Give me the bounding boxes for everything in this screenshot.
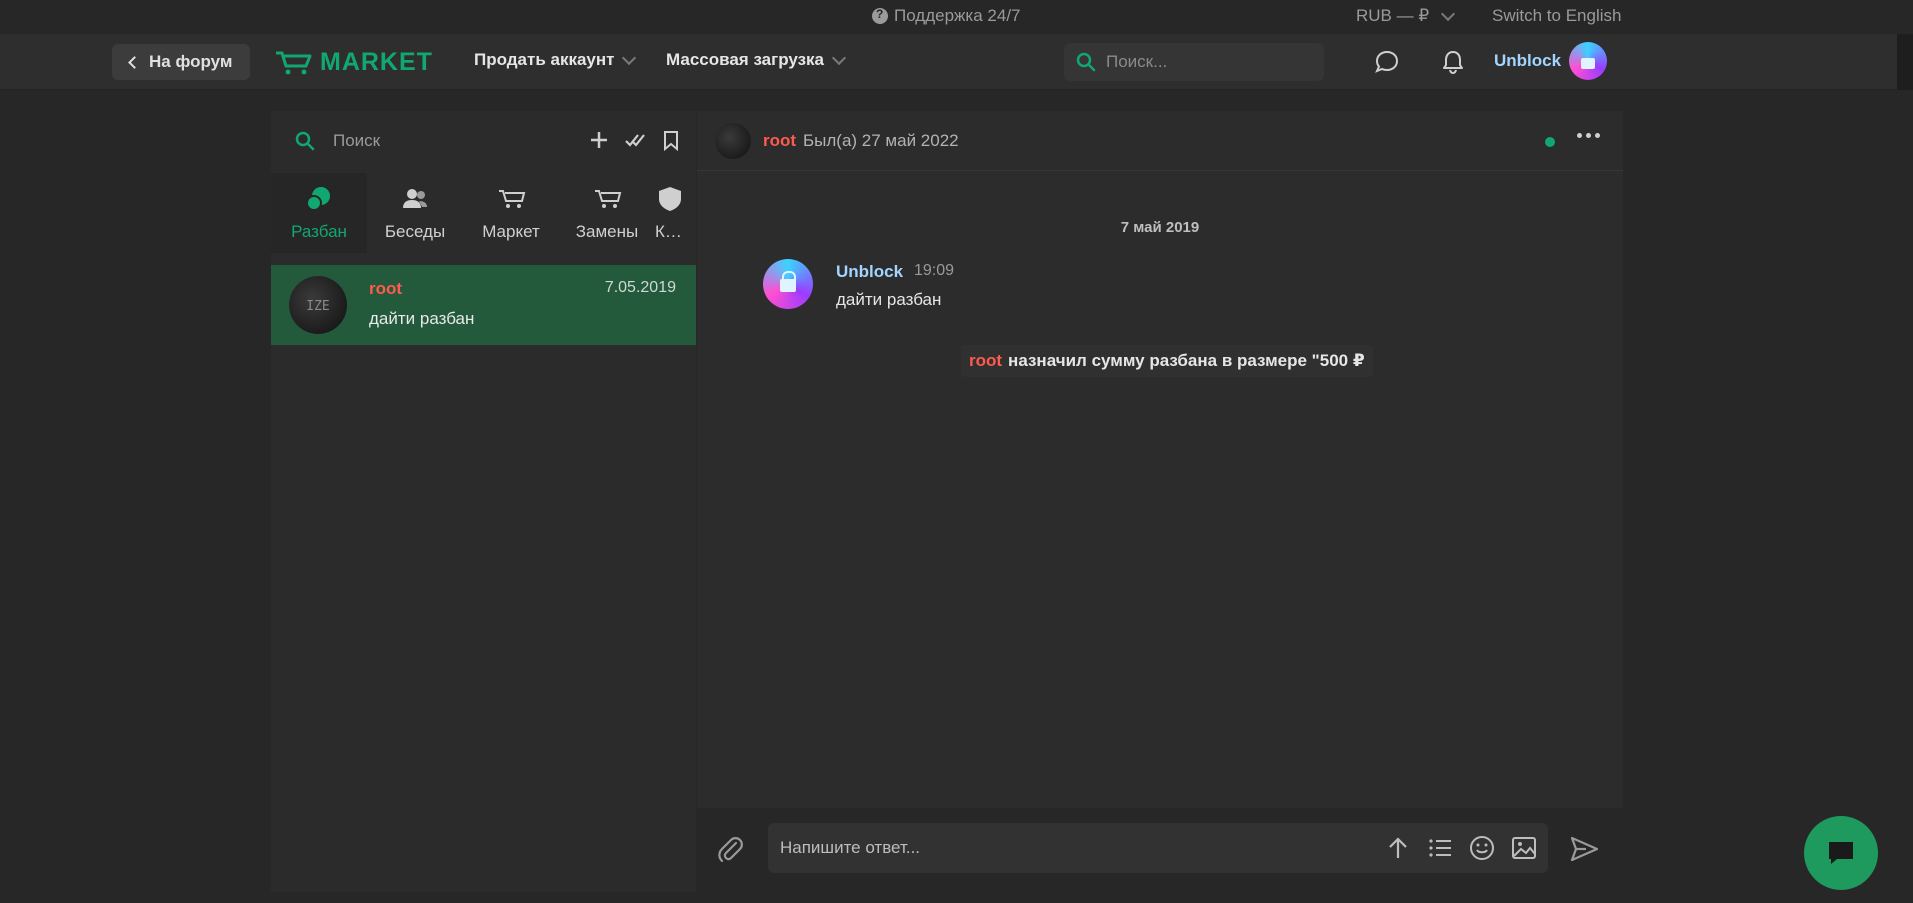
conversations-sidebar: Поиск Разбан Беседы Маркет Замены К… IZE…: [271, 111, 696, 892]
chevron-down-icon: [1441, 6, 1456, 21]
svg-text:IZE: IZE: [306, 299, 329, 314]
avatar[interactable]: [763, 259, 813, 309]
chat-icon: [1829, 842, 1853, 864]
message-author[interactable]: Unblock: [836, 262, 903, 282]
chat-bubbles-icon: [306, 187, 330, 211]
market-logo[interactable]: MARKET: [274, 48, 433, 77]
cart-icon: [595, 190, 622, 208]
nav-sell-account[interactable]: Продать аккаунт: [474, 50, 637, 70]
reply-tools: [1384, 834, 1538, 862]
avatar: [1569, 42, 1608, 80]
tab-label: Маркет: [482, 222, 540, 241]
paperclip-icon[interactable]: [715, 834, 747, 866]
support-chat-button[interactable]: [1804, 816, 1878, 890]
tab-label: К…: [655, 222, 682, 241]
bookmark-icon[interactable]: [660, 129, 682, 151]
back-label: На форум: [149, 52, 233, 71]
shield-icon: [659, 187, 681, 211]
conversation-item[interactable]: IZE root 7.05.2019 дайти разбан: [271, 265, 696, 345]
support-label: Поддержка 24/7: [894, 6, 1021, 25]
reply-placeholder: Напишите ответ...: [780, 838, 921, 857]
lock-icon: [1581, 58, 1596, 69]
chevron-down-icon: [622, 50, 637, 65]
search-icon: [295, 131, 315, 151]
send-icon[interactable]: [1569, 834, 1599, 864]
double-check-icon[interactable]: [624, 129, 646, 151]
conversation-date: 7.05.2019: [604, 279, 676, 296]
user-menu[interactable]: Unblock: [1494, 42, 1608, 80]
message-composer: Напишите ответ...: [697, 808, 1623, 892]
chevron-down-icon: [831, 50, 847, 65]
system-message-user[interactable]: root: [969, 351, 1002, 371]
support-link[interactable]: Поддержка 24/7: [872, 6, 1021, 26]
list-icon[interactable]: [1426, 834, 1454, 862]
currency-selector[interactable]: RUB — ₽: [1356, 6, 1456, 26]
message-time: 19:09: [914, 262, 955, 279]
chat-header: root Был(а) 27 май 2022: [697, 111, 1623, 171]
tab-zameny[interactable]: Замены: [559, 173, 655, 253]
chat-partner-name[interactable]: root: [763, 131, 796, 151]
cart-icon: [499, 190, 526, 208]
online-indicator: [1545, 137, 1555, 147]
language-switch[interactable]: Switch to English: [1492, 6, 1621, 26]
sidebar-tabs: Разбан Беседы Маркет Замены К…: [271, 173, 696, 253]
tab-label: Беседы: [384, 222, 446, 241]
arrow-up-icon[interactable]: [1384, 834, 1412, 862]
tab-market[interactable]: Маркет: [463, 173, 559, 253]
more-options-icon[interactable]: [1577, 133, 1600, 138]
chat-panel: root Был(а) 27 май 2022 7 май 2019 Unblo…: [697, 111, 1623, 892]
main-header: На форум MARKET Продать аккаунт Массовая…: [0, 34, 1897, 90]
tab-besedy[interactable]: Беседы: [367, 173, 463, 253]
last-seen: Был(а) 27 май 2022: [803, 131, 959, 150]
message-text: дайти разбан: [836, 290, 942, 309]
avatar[interactable]: [715, 123, 751, 159]
search-placeholder: Поиск...: [1106, 52, 1168, 71]
support-icon: [872, 7, 888, 24]
nav-label: Продать аккаунт: [474, 50, 615, 69]
scrollbar[interactable]: [1897, 34, 1913, 90]
conversation-preview: дайти разбан: [369, 309, 475, 328]
tab-label: Разбан: [291, 222, 347, 241]
users-icon: [403, 189, 427, 208]
chevron-left-icon: [128, 55, 141, 69]
tab-razban[interactable]: Разбан: [271, 173, 367, 253]
tab-label: Замены: [575, 222, 639, 241]
reply-input[interactable]: Напишите ответ...: [768, 823, 1548, 873]
header-search-input[interactable]: Поиск...: [1064, 43, 1324, 81]
nav-label: Массовая загрузка: [666, 50, 825, 69]
plus-icon[interactable]: [588, 129, 610, 151]
avatar-logo: IZE: [306, 299, 329, 314]
nav-bulk-upload[interactable]: Массовая загрузка: [666, 50, 847, 70]
sidebar-search-placeholder: Поиск: [333, 131, 381, 150]
system-message: root назначил сумму разбана в размере "5…: [961, 345, 1373, 377]
username: Unblock: [1494, 51, 1562, 70]
back-to-forum-button[interactable]: На форум: [112, 44, 250, 80]
sidebar-actions: [588, 129, 682, 151]
messages-icon[interactable]: [1373, 48, 1401, 76]
logo-text: MARKET: [320, 48, 433, 76]
emoji-icon[interactable]: [1468, 834, 1496, 862]
bell-icon[interactable]: [1439, 48, 1467, 76]
day-separator: 7 май 2019: [1120, 219, 1200, 236]
cart-logo-icon: [276, 51, 312, 74]
top-strip: Поддержка 24/7 RUB — ₽ Switch to English: [0, 0, 1913, 34]
avatar: IZE: [289, 276, 347, 334]
conversation-name: root: [369, 279, 403, 298]
image-icon[interactable]: [1510, 834, 1538, 862]
search-icon: [1076, 52, 1096, 72]
system-message-text: назначил сумму разбана в размере "500 ₽: [1008, 351, 1365, 370]
currency-label: RUB — ₽: [1356, 6, 1430, 25]
tab-more[interactable]: К…: [655, 173, 696, 253]
